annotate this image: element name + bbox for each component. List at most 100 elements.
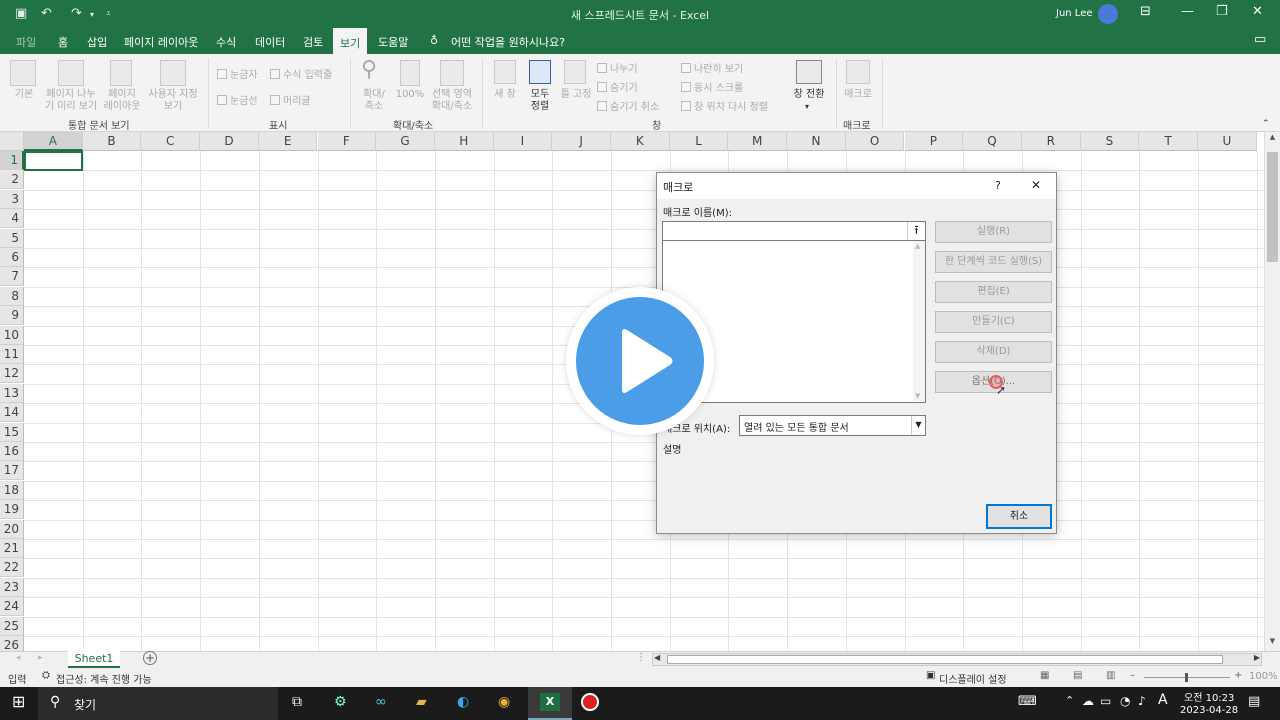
column-header[interactable]: I xyxy=(493,132,553,151)
macro-location-select[interactable]: 열려 있는 모든 통합 문서 ▼ xyxy=(739,415,926,436)
close-icon[interactable]: ✕ xyxy=(1031,178,1041,192)
show-hidden-icons-icon[interactable]: ⌃ xyxy=(1065,694,1074,707)
sheet-tab-sheet1[interactable]: Sheet1 xyxy=(68,651,120,668)
notifications-icon[interactable]: ▤ xyxy=(1248,694,1260,709)
page-break-status-icon[interactable]: ▥ xyxy=(1106,670,1115,681)
close-window-icon[interactable]: ✕ xyxy=(1252,4,1263,19)
normal-view-status-icon[interactable]: ▦ xyxy=(1040,670,1049,681)
gridlines-checkbox[interactable]: 눈금선 xyxy=(217,92,258,107)
macros-button[interactable]: 매크로 xyxy=(838,89,878,101)
column-header[interactable]: H xyxy=(434,132,494,151)
row-header[interactable]: 20 xyxy=(0,519,24,539)
prev-sheet-icon[interactable]: ◂ xyxy=(16,653,21,663)
vertical-scroll-thumb[interactable] xyxy=(1267,152,1278,262)
column-header[interactable]: S xyxy=(1080,132,1140,151)
add-sheet-icon[interactable]: + xyxy=(143,651,157,665)
collapse-ribbon-icon[interactable]: ⌃ xyxy=(1262,118,1270,130)
run-button[interactable]: 실행(R) xyxy=(935,221,1052,243)
wifi-icon[interactable]: ◔ xyxy=(1120,694,1130,708)
tab-split-handle[interactable]: ⋮ xyxy=(636,652,646,663)
tab-help[interactable]: 도움말 xyxy=(378,34,408,50)
row-header[interactable]: 17 xyxy=(0,461,24,481)
tab-page-layout[interactable]: 페이지 레이아웃 xyxy=(124,34,198,50)
tell-me-input[interactable]: 어떤 작업을 원하시나요? xyxy=(451,34,565,50)
avatar[interactable] xyxy=(1098,4,1118,24)
row-header[interactable]: 1 xyxy=(0,151,24,170)
column-header[interactable]: R xyxy=(1021,132,1081,151)
row-header[interactable]: 14 xyxy=(0,403,24,423)
edge-icon[interactable]: ◐ xyxy=(457,694,469,710)
row-header[interactable]: 15 xyxy=(0,422,24,442)
file-explorer-icon[interactable]: ▰ xyxy=(416,694,427,710)
zoom-button[interactable]: 확대/ 축소 xyxy=(356,89,392,113)
row-header[interactable]: 10 xyxy=(0,325,24,345)
unhide-button[interactable]: 숨기기 취소 xyxy=(597,98,659,113)
play-button[interactable] xyxy=(576,297,704,425)
tab-file[interactable]: 파일 xyxy=(16,34,36,50)
row-header[interactable]: 8 xyxy=(0,286,24,306)
create-button[interactable]: 만들기(C) xyxy=(935,311,1052,333)
zoom-selection-button[interactable]: 선택 영역 확대/축소 xyxy=(426,89,478,113)
row-header[interactable]: 25 xyxy=(0,616,24,636)
zoom-slider-thumb[interactable] xyxy=(1185,673,1188,682)
excel-taskbar-button[interactable]: X xyxy=(528,687,572,720)
custom-views-button[interactable]: 사용자 지정 보기 xyxy=(143,89,203,113)
keyboard-icon[interactable]: ⌨ xyxy=(1018,694,1037,709)
accessibility-status[interactable]: 접근성: 계속 진행 가능 xyxy=(56,671,152,686)
scroll-up-icon[interactable]: ▲ xyxy=(1267,133,1278,144)
tab-review[interactable]: 검토 xyxy=(303,34,323,50)
help-icon[interactable]: ? xyxy=(995,179,1001,192)
row-header[interactable]: 22 xyxy=(0,558,24,578)
page-break-button[interactable]: 페이지 나누 기 미리 보기 xyxy=(40,89,102,113)
row-header[interactable]: 13 xyxy=(0,383,24,403)
column-header[interactable]: U xyxy=(1198,132,1257,151)
switch-windows-button[interactable]: 창 전환 xyxy=(788,89,830,101)
row-header[interactable]: 9 xyxy=(0,306,24,326)
column-header[interactable]: K xyxy=(611,132,670,151)
zoom-out-icon[interactable]: – xyxy=(1130,670,1135,681)
macro-name-input[interactable]: ⭱ xyxy=(662,221,926,241)
column-header[interactable]: C xyxy=(141,132,201,151)
new-window-button[interactable]: 새 창 xyxy=(490,89,520,101)
collapse-dialog-icon[interactable]: ⭱ xyxy=(907,222,925,240)
column-header[interactable]: G xyxy=(376,132,435,151)
column-header[interactable]: J xyxy=(552,132,611,151)
row-header[interactable]: 6 xyxy=(0,248,24,267)
scroll-right-icon[interactable]: ▶ xyxy=(1254,653,1260,662)
chevron-down-icon[interactable]: ▼ xyxy=(911,416,925,435)
vertical-scrollbar[interactable]: ▲ ▼ xyxy=(1264,132,1280,651)
comments-icon[interactable]: ▭ xyxy=(1254,32,1266,47)
windows-start-icon[interactable]: ⊞ xyxy=(12,692,25,711)
side-by-side-button[interactable]: 나란히 보기 xyxy=(681,60,743,75)
macro-list-scrollbar[interactable]: ▲ ▼ xyxy=(913,241,925,401)
column-header[interactable]: B xyxy=(82,132,142,151)
app-icon[interactable]: ⚙ xyxy=(334,694,347,710)
ruler-checkbox[interactable]: 눈금자 xyxy=(217,66,258,81)
tab-insert[interactable]: 삽입 xyxy=(87,34,107,50)
edit-button[interactable]: 편집(E) xyxy=(935,281,1052,303)
onedrive-icon[interactable]: ☁ xyxy=(1082,694,1094,708)
reset-window-button[interactable]: 창 위치 다시 정렬 xyxy=(681,98,768,113)
row-header[interactable]: 3 xyxy=(0,189,24,209)
ime-indicator[interactable]: A xyxy=(1158,692,1168,708)
row-header[interactable]: 4 xyxy=(0,209,24,229)
column-header[interactable]: T xyxy=(1139,132,1198,151)
select-all-corner[interactable] xyxy=(0,132,24,151)
maximize-icon[interactable]: ❐ xyxy=(1216,4,1228,19)
horizontal-scrollbar[interactable]: ◀ ▶ xyxy=(652,653,1262,666)
display-settings-button[interactable]: 디스플레이 설정 xyxy=(939,671,1007,686)
step-into-button[interactable]: 한 단계씩 코드 실행(S) xyxy=(935,251,1052,273)
taskbar-search-box[interactable]: ⚲ 찾기 xyxy=(38,687,278,720)
headings-checkbox[interactable]: 머리글 xyxy=(270,92,311,107)
zoom-100-button[interactable]: 100% xyxy=(394,89,426,101)
list-scroll-up-icon[interactable]: ▲ xyxy=(915,242,920,250)
normal-view-button[interactable]: 기본 xyxy=(6,89,42,101)
row-header[interactable]: 2 xyxy=(0,170,24,190)
row-header[interactable]: 16 xyxy=(0,442,24,461)
column-header[interactable]: D xyxy=(200,132,259,151)
record-icon[interactable] xyxy=(581,693,599,711)
clock-date[interactable]: 2023-04-28 xyxy=(1180,705,1238,716)
arduino-icon[interactable]: ∞ xyxy=(375,694,387,710)
column-header[interactable]: L xyxy=(669,132,729,151)
split-button[interactable]: 나누기 xyxy=(597,60,638,75)
